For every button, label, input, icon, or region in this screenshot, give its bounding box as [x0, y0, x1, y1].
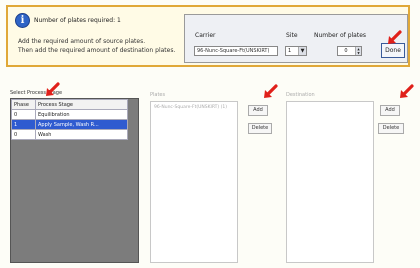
annotation-arrow-icon: [46, 82, 60, 96]
table-header-row: Phase Process Stage: [11, 99, 128, 110]
list-item[interactable]: 96-Nunc-Square-Ft(UNSKIRT) (1): [154, 105, 227, 110]
quantity-stepper[interactable]: 0 ▲ ▼: [337, 46, 362, 56]
cell-stage: Equilibration: [35, 109, 128, 120]
column-header-process-stage[interactable]: Process Stage: [35, 99, 128, 110]
add-plate-button[interactable]: Add: [248, 105, 268, 116]
table-row[interactable]: 0 Equilibration: [11, 109, 128, 120]
destination-list[interactable]: [286, 101, 374, 263]
app-window: i Number of plates required: 1 Add the r…: [0, 0, 420, 268]
info-panel: i Number of plates required: 1 Add the r…: [6, 5, 410, 67]
annotation-arrow-icon: [400, 84, 414, 98]
site-value: 1: [288, 48, 292, 54]
carrier-label: Carrier: [195, 32, 216, 39]
cell-stage: Apply Sample, Wash R...: [35, 119, 128, 130]
delete-destination-button[interactable]: Delete: [378, 123, 404, 134]
site-dropdown[interactable]: 1 ▼: [285, 46, 307, 56]
info-instruction-1: Add the required amount of source plates…: [18, 38, 146, 45]
lower-panel: Select Process Stage Phase Process Stage…: [6, 73, 412, 265]
carrier-field[interactable]: 96-Nunc-Square-Ft(UNSKIRT): [194, 46, 278, 56]
site-label: Site: [286, 32, 298, 39]
cell-phase: 1: [11, 119, 36, 130]
process-stage-grid[interactable]: Phase Process Stage 0 Equilibration 1 Ap…: [10, 98, 139, 263]
info-instruction-2: Then add the required amount of destinat…: [18, 47, 176, 54]
delete-plate-button[interactable]: Delete: [248, 123, 272, 134]
annotation-arrow-icon: [264, 84, 278, 98]
plates-list[interactable]: 96-Nunc-Square-Ft(UNSKIRT) (1): [150, 101, 238, 263]
spinner-icon[interactable]: ▲ ▼: [355, 47, 361, 55]
cell-phase: 0: [11, 129, 36, 140]
process-stage-table: Phase Process Stage 0 Equilibration 1 Ap…: [11, 99, 128, 140]
plates-label: Plates: [150, 92, 166, 98]
destination-label: Destination: [286, 92, 315, 98]
column-header-phase[interactable]: Phase: [11, 99, 36, 110]
cell-stage: Wash: [35, 129, 128, 140]
info-title: Number of plates required: 1: [34, 17, 121, 24]
quantity-value: 0: [344, 48, 348, 54]
cell-phase: 0: [11, 109, 36, 120]
plate-selector-panel: Carrier Site Number of plates 96-Nunc-Sq…: [184, 14, 408, 63]
annotation-arrow-icon: [388, 30, 402, 44]
table-row[interactable]: 0 Wash: [11, 129, 128, 140]
quantity-label: Number of plates: [314, 32, 367, 39]
add-destination-button[interactable]: Add: [380, 105, 400, 116]
chevron-down-icon[interactable]: ▼: [298, 47, 306, 55]
table-row-selected[interactable]: 1 Apply Sample, Wash R...: [11, 119, 128, 130]
info-icon: i: [15, 13, 30, 28]
